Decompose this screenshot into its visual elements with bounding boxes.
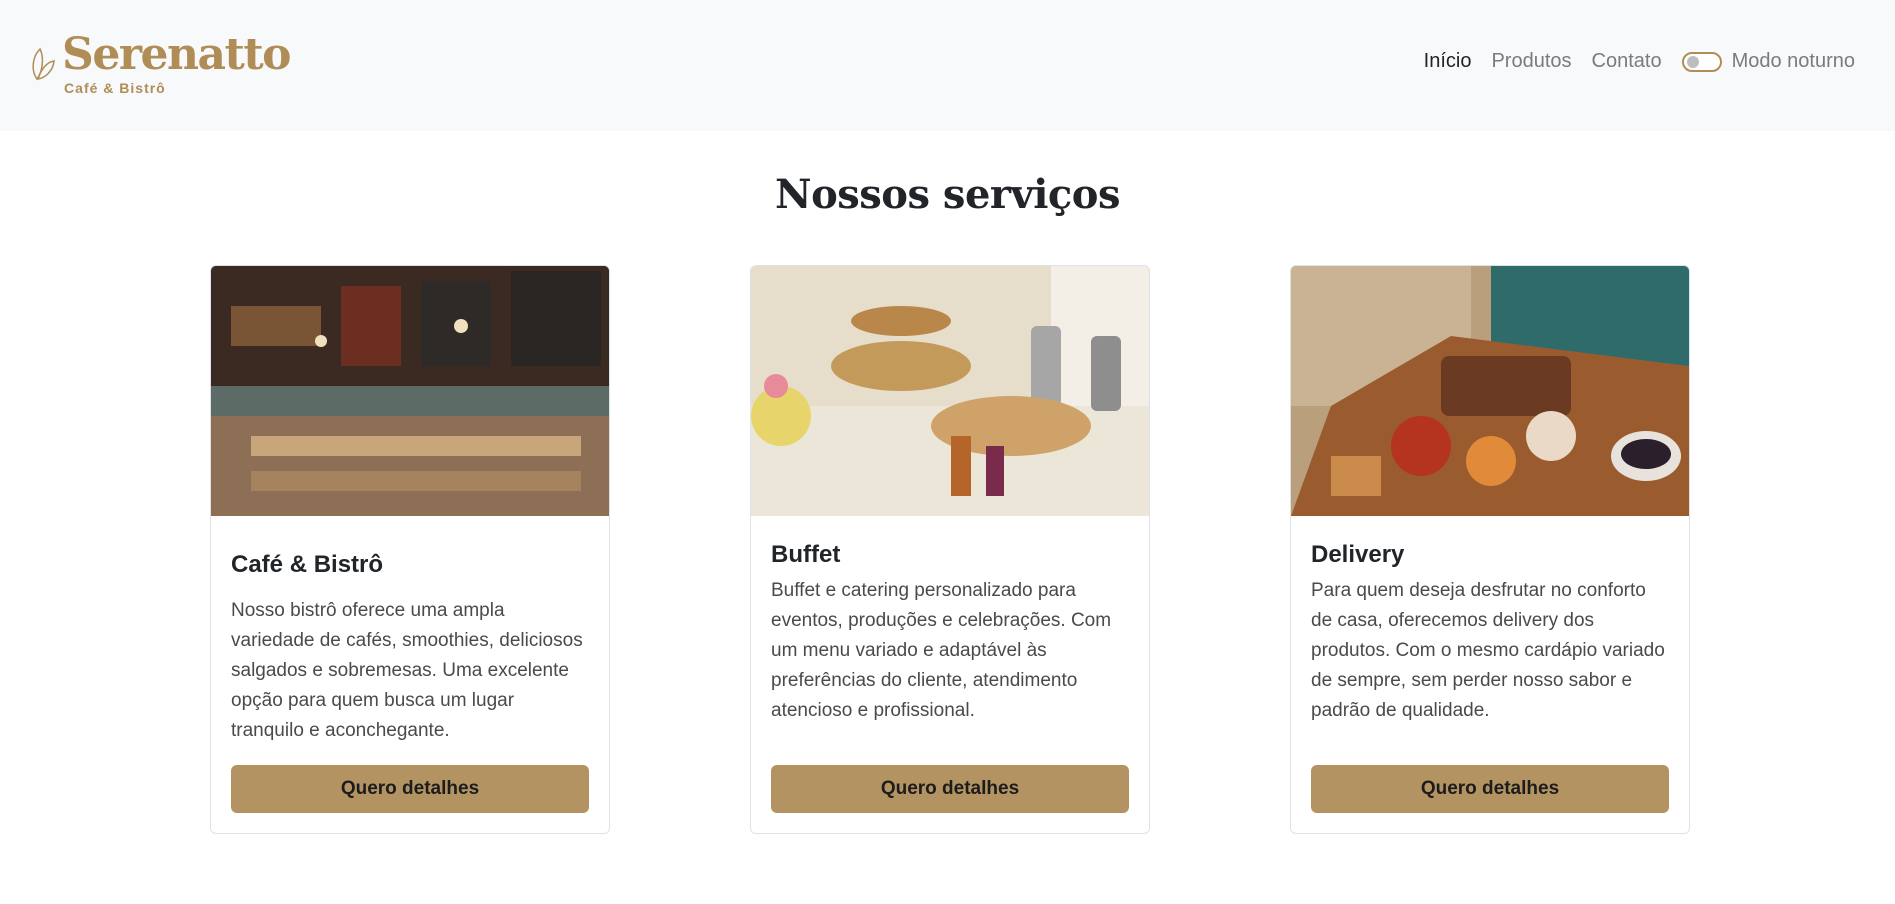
card-title: Buffet	[771, 541, 841, 568]
dark-mode-switch: Modo noturno	[1681, 50, 1855, 73]
cafe-counter-photo	[211, 266, 609, 516]
brand-logo[interactable]: Serenatto Café & Bistrô	[30, 28, 291, 100]
card-title: Delivery	[1311, 541, 1405, 568]
brand-subtitle: Café & Bistrô	[64, 80, 166, 96]
main-nav: Início Produtos Contato Modo noturno	[1404, 50, 1855, 73]
nav-link-inicio[interactable]: Início	[1424, 50, 1472, 73]
leaf-logo-icon	[32, 47, 55, 81]
card-title: Café & Bistrô	[231, 551, 384, 578]
card-text: Para quem deseja desfrutar no conforto d…	[1311, 580, 1665, 721]
service-card-delivery: Delivery Para quem deseja desfrutar no c…	[1290, 265, 1690, 834]
card-body: Delivery Para quem deseja desfrutar no c…	[1311, 516, 1669, 833]
dark-mode-label[interactable]: Modo noturno	[1732, 50, 1855, 73]
nav-link-produtos[interactable]: Produtos	[1491, 50, 1571, 73]
brand-name: Serenatto	[62, 29, 291, 80]
delivery-box-photo	[1291, 266, 1689, 516]
site-header: Serenatto Café & Bistrô Início Produtos …	[0, 0, 1895, 131]
service-card-cafe: Café & Bistrô Nosso bistrô oferece uma a…	[210, 265, 610, 834]
dark-mode-toggle[interactable]	[1681, 51, 1722, 72]
buffet-table-photo	[751, 266, 1149, 516]
details-button[interactable]: Quero detalhes	[771, 765, 1129, 813]
card-text: Buffet e catering personalizado para eve…	[771, 580, 1112, 721]
nav-link-contato[interactable]: Contato	[1592, 50, 1662, 73]
service-card-buffet: Buffet Buffet e catering personalizado p…	[750, 265, 1150, 834]
page-title: Nossos serviços	[775, 171, 1120, 218]
card-body: Café & Bistrô Nosso bistrô oferece uma a…	[231, 516, 589, 833]
details-button[interactable]: Quero detalhes	[1311, 765, 1669, 813]
card-text: Nosso bistrô oferece uma ampla variedade…	[231, 600, 583, 741]
card-body: Buffet Buffet e catering personalizado p…	[771, 516, 1129, 833]
toggle-knob	[1686, 55, 1699, 68]
details-button[interactable]: Quero detalhes	[231, 765, 589, 813]
